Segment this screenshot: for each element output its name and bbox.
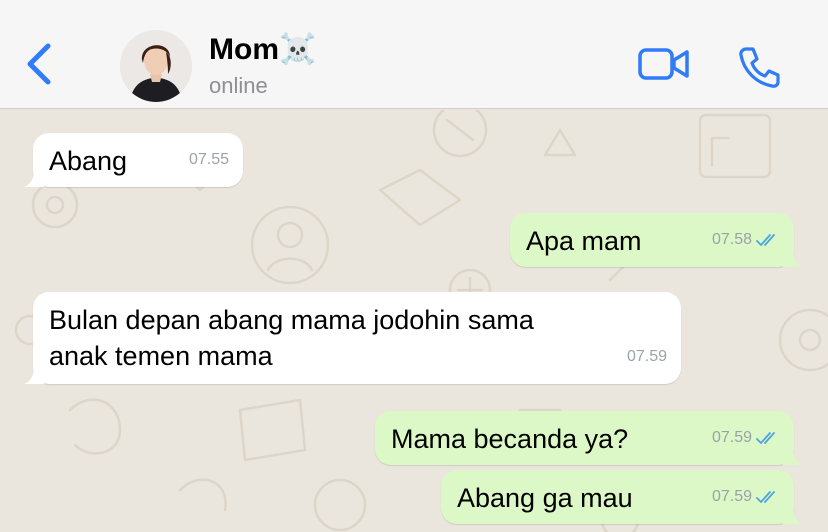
message-bubble[interactable]: Apa mam 07.58 [510, 213, 803, 267]
bubble-tail [783, 445, 803, 465]
double-check-icon [756, 432, 775, 444]
voice-call-button[interactable] [736, 44, 782, 90]
message-time: 07.59 [711, 429, 752, 446]
message-bubble[interactable]: Mama becanda ya? 07.59 [375, 411, 803, 465]
back-button[interactable] [22, 40, 56, 88]
message-meta: 07.59 [627, 339, 667, 375]
bubble-tail [783, 247, 803, 267]
avatar[interactable] [120, 30, 192, 102]
chat-header: Mom☠️ online [0, 0, 828, 109]
double-check-icon [756, 234, 775, 246]
message-meta: 07.58 [712, 222, 780, 258]
contact-name-text: Mom [209, 33, 279, 66]
message-time: 07.58 [711, 231, 752, 248]
message-bubble[interactable]: Bulan depan abang mama jodohin sama anak… [24, 292, 681, 384]
video-camera-icon [638, 48, 689, 80]
contact-photo [120, 30, 192, 102]
message-time: 07.55 [188, 151, 229, 168]
contact-status: online [209, 73, 268, 98]
message-bubble[interactable]: Abang 07.55 [24, 133, 243, 187]
skull-emoji-icon: ☠️ [279, 33, 317, 66]
bubble-tail [783, 504, 803, 524]
message-bubble[interactable]: Abang ga mau 07.59 [441, 470, 803, 524]
message-meta: 07.55 [189, 142, 229, 178]
chat-area[interactable]: Abang 07.55 Apa mam 07.58 Bulan depan ab… [0, 110, 828, 532]
message-text: Bulan depan abang mama jodohin sama anak… [49, 305, 534, 371]
message-time: 07.59 [626, 348, 667, 365]
phone-icon [739, 47, 780, 88]
message-time: 07.59 [711, 488, 752, 505]
bubble-tail [24, 167, 44, 187]
chevron-left-icon [27, 43, 51, 85]
contact-name[interactable]: Mom☠️ [209, 32, 316, 67]
double-check-icon [756, 491, 775, 503]
message-meta: 07.59 [712, 479, 780, 515]
video-call-button[interactable] [636, 45, 692, 83]
bubble-tail [24, 364, 44, 384]
message-meta: 07.59 [712, 420, 780, 456]
